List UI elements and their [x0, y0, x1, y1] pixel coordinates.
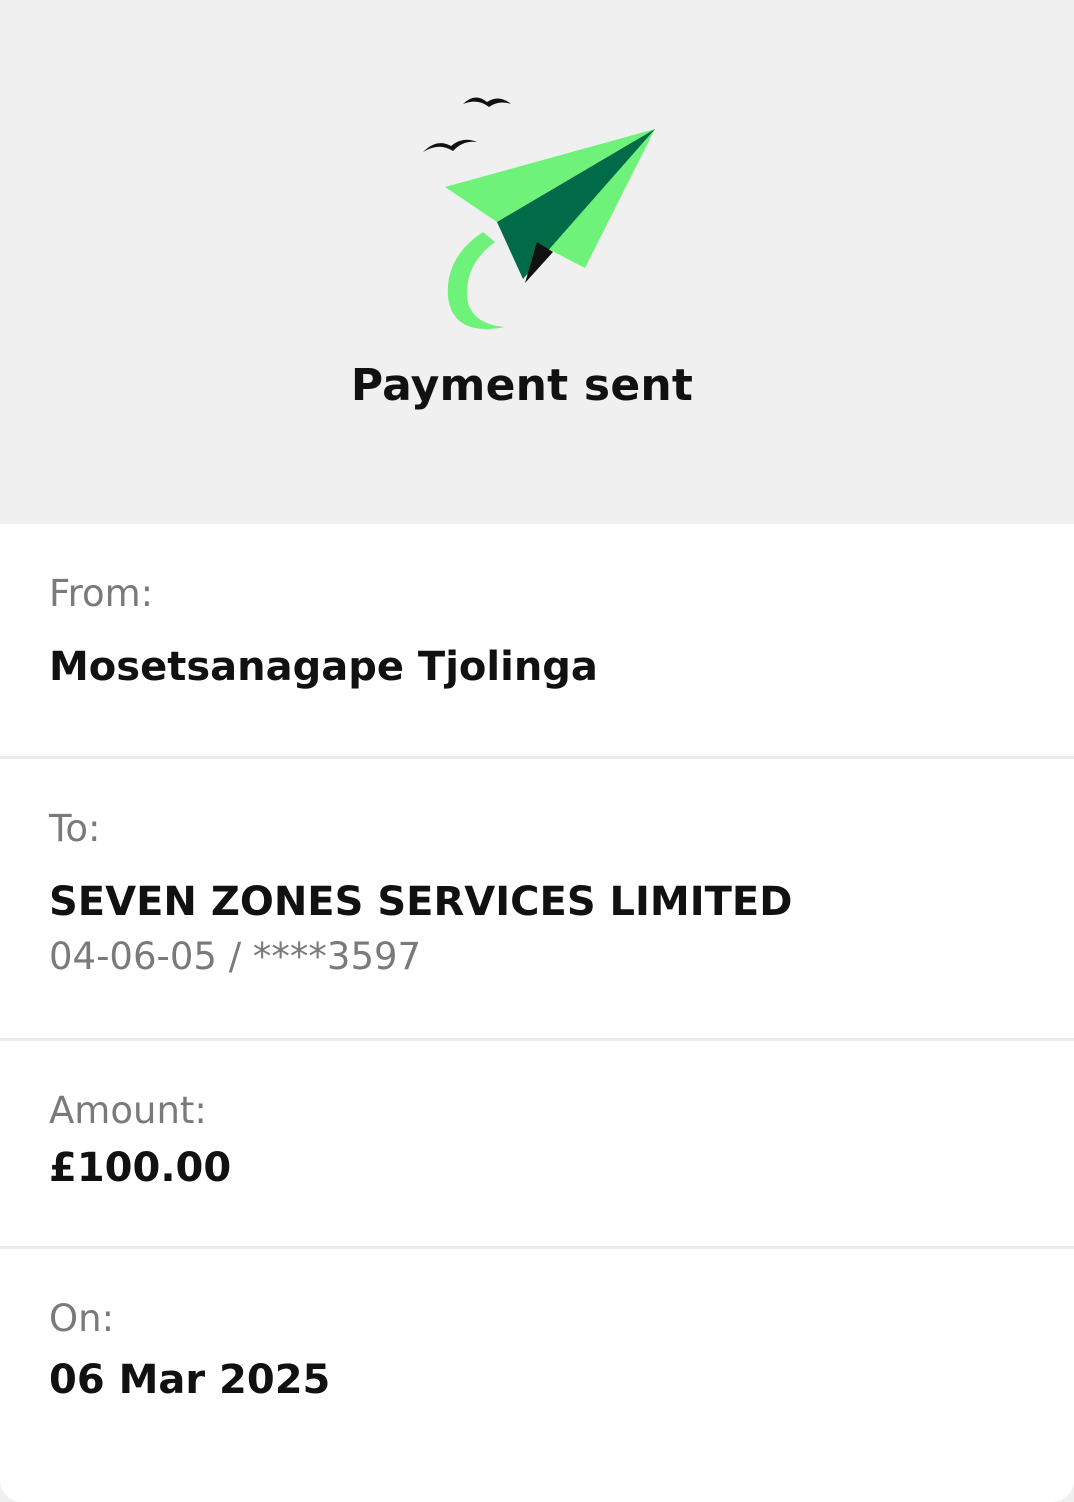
recipient-account: 04-06-05 / ****3597 — [49, 935, 422, 978]
payment-confirmation-screen: Payment sent From: Mosetsanagape Tjoling… — [0, 0, 1074, 1502]
date-section: On: 06 Mar 2025 — [0, 1249, 1074, 1502]
sender-name: Mosetsanagape Tjolinga — [49, 644, 598, 690]
payment-details-card: From: Mosetsanagape Tjolinga To: SEVEN Z… — [0, 524, 1074, 1502]
paper-plane-icon — [423, 97, 655, 329]
date-value: 06 Mar 2025 — [49, 1357, 331, 1403]
date-label: On: — [49, 1297, 115, 1340]
from-section: From: Mosetsanagape Tjolinga — [0, 524, 1074, 759]
amount-section: Amount: £100.00 — [0, 1041, 1074, 1249]
from-label: From: — [49, 572, 154, 615]
page-title: Payment sent — [350, 360, 694, 411]
confirmation-header: Payment sent — [0, 0, 1074, 524]
to-section: To: SEVEN ZONES SERVICES LIMITED 04-06-0… — [0, 759, 1074, 1041]
amount-label: Amount: — [49, 1089, 207, 1132]
to-label: To: — [49, 807, 101, 850]
bird-icon — [423, 139, 477, 152]
bird-icon — [463, 97, 511, 107]
amount-value: £100.00 — [49, 1145, 232, 1191]
recipient-name: SEVEN ZONES SERVICES LIMITED — [49, 879, 793, 925]
plane-trail — [447, 232, 505, 329]
